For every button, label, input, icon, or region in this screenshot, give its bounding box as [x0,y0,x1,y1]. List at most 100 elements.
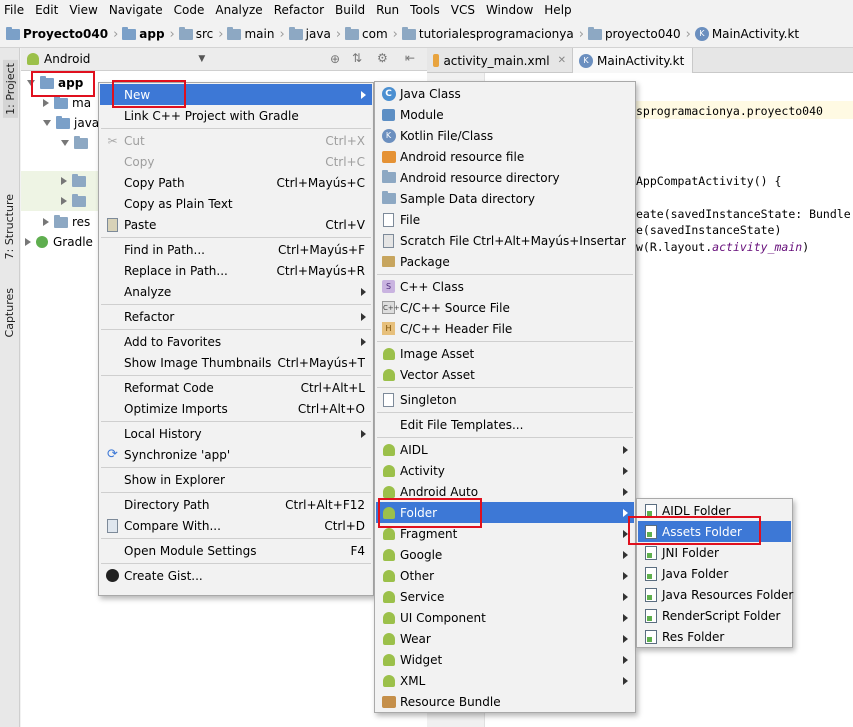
ctx-item-synchronize-app[interactable]: ⟳ Synchronize 'app' [100,444,372,465]
ctx-item-find-in-path[interactable]: Find in Path... Ctrl+Mayús+F [100,239,372,260]
new-item-android-auto[interactable]: Android Auto [376,481,634,502]
new-item-vector-asset[interactable]: Vector Asset [376,364,634,385]
folder-item-jni-folder[interactable]: JNI Folder [638,542,791,563]
breadcrumb-item[interactable]: com › [345,21,402,48]
new-item-xml[interactable]: XML [376,670,634,691]
ctx-item-open-module-settings[interactable]: Open Module Settings F4 [100,540,372,561]
new-item-folder[interactable]: Folder [376,502,634,523]
hide-icon[interactable]: ⇤ [405,51,415,65]
new-item-service[interactable]: Service [376,586,634,607]
new-item-android-resource-directory[interactable]: Android resource directory [376,167,634,188]
ctx-item-show-in-explorer[interactable]: Show in Explorer [100,469,372,490]
breadcrumb-item[interactable]: src › [178,21,228,48]
ctx-item-new[interactable]: New [100,84,372,105]
menu-window[interactable]: Window [481,0,539,21]
menu-file[interactable]: File [0,0,30,21]
ctx-item-local-history[interactable]: Local History [100,423,372,444]
menu-analyze[interactable]: Analyze [210,0,268,21]
new-item-scratch-file[interactable]: Scratch File Ctrl+Alt+Mayús+Insertar [376,230,634,251]
new-item-resource-bundle[interactable]: Resource Bundle [376,691,634,712]
ctx-item-paste[interactable]: Paste Ctrl+V [100,214,372,235]
new-item-wear[interactable]: Wear [376,628,634,649]
new-item-activity[interactable]: Activity [376,460,634,481]
close-icon[interactable]: ✕ [558,55,566,66]
new-item-widget[interactable]: Widget [376,649,634,670]
ctx-item-optimize-imports[interactable]: Optimize Imports Ctrl+Alt+O [100,398,372,419]
project-view-dropdown[interactable]: Android ▼ [27,52,205,66]
folder-item-renderscript-folder[interactable]: RenderScript Folder [638,605,791,626]
ctx-item-reformat-code[interactable]: Reformat Code Ctrl+Alt+L [100,377,372,398]
ctx-item-add-to-favorites[interactable]: Add to Favorites [100,331,372,352]
new-item-c-class[interactable]: S C++ Class [376,276,634,297]
menu-help[interactable]: Help [539,0,577,21]
new-item-sample-data-directory[interactable]: Sample Data directory [376,188,634,209]
tree-node-java[interactable]: java [43,113,99,133]
ctx-item-show-image-thumbnails[interactable]: Show Image Thumbnails Ctrl+Mayús+T [100,352,372,373]
menu-code[interactable]: Code [169,0,211,21]
tree-node-res[interactable]: res [43,212,90,232]
new-item-module[interactable]: Module [376,104,634,125]
breadcrumb-item[interactable]: proyecto040 › [587,21,695,48]
menu-run[interactable]: Run [371,0,405,21]
folder-item-java-folder[interactable]: Java Folder [638,563,791,584]
ctx-item-copy[interactable]: Copy Ctrl+C [100,151,372,172]
menu-navigate[interactable]: Navigate [104,0,169,21]
tab-structure[interactable]: 7: Structure [3,194,16,259]
new-item-android-resource-file[interactable]: Android resource file [376,146,634,167]
tree-node-package-test[interactable] [21,171,99,191]
collapse-icon[interactable]: ⇅ [352,51,362,65]
ctx-item-replace-in-path[interactable]: Replace in Path... Ctrl+Mayús+R [100,260,372,281]
tab-mainactivity-kt[interactable]: K MainActivity.kt [573,48,693,73]
new-item-edit-file-templates[interactable]: Edit File Templates... [376,414,634,435]
menu-edit[interactable]: Edit [30,0,64,21]
ctx-item-cut[interactable]: ✂ Cut Ctrl+X [100,130,372,151]
new-item-package[interactable]: Package [376,251,634,272]
new-item-fragment[interactable]: Fragment [376,523,634,544]
ctx-item-copy-as-plain-text[interactable]: Copy as Plain Text [100,193,372,214]
new-item-kotlin-file-class[interactable]: K Kotlin File/Class [376,125,634,146]
ctx-item-link-c-project-with-gradle[interactable]: Link C++ Project with Gradle [100,105,372,126]
new-item-singleton[interactable]: Singleton [376,389,634,410]
tree-node-gradle[interactable]: Gradle [25,232,93,252]
tab-captures[interactable]: Captures [3,288,16,337]
menu-build[interactable]: Build [330,0,371,21]
folder-item-java-resources-folder[interactable]: Java Resources Folder [638,584,793,605]
new-item-java-class[interactable]: C Java Class [376,83,634,104]
folder-item-aidl-folder[interactable]: AIDL Folder [638,500,791,521]
new-item-other[interactable]: Other [376,565,634,586]
breadcrumb-item[interactable]: Proyecto040 › [6,21,122,48]
gear-icon[interactable]: ⚙ [377,51,388,65]
new-item-image-asset[interactable]: Image Asset [376,343,634,364]
breadcrumb-item[interactable]: tutorialesprogramacionya › [401,21,588,48]
tree-node-app[interactable]: app [27,73,83,93]
new-item-c-c-header-file[interactable]: H C/C++ Header File [376,318,634,339]
breadcrumb-item[interactable]: java › [288,21,345,48]
ctx-item-directory-path[interactable]: Directory Path Ctrl+Alt+F12 [100,494,372,515]
breadcrumb-item[interactable]: K MainActivity.kt [694,21,799,48]
target-icon[interactable]: ⊕ [330,52,340,66]
ctx-item-refactor[interactable]: Refactor [100,306,372,327]
tab-activity-main-xml[interactable]: activity_main.xml ✕ [427,48,573,73]
menu-refactor[interactable]: Refactor [269,0,330,21]
ctx-item-copy-path[interactable]: Copy Path Ctrl+Mayús+C [100,172,372,193]
new-item-ui-component[interactable]: UI Component [376,607,634,628]
menu-separator [101,329,371,330]
new-item-google[interactable]: Google [376,544,634,565]
new-item-file[interactable]: File [376,209,634,230]
folder-item-assets-folder[interactable]: Assets Folder [638,521,791,542]
menu-view[interactable]: View [64,0,103,21]
breadcrumb-item[interactable]: app › [122,21,178,48]
breadcrumb-item[interactable]: main › [227,21,288,48]
ctx-item-compare-with[interactable]: Compare With... Ctrl+D [100,515,372,536]
new-item-aidl[interactable]: AIDL [376,439,634,460]
folder-item-res-folder[interactable]: Res Folder [638,626,791,647]
new-item-c-c-source-file[interactable]: C++ C/C++ Source File [376,297,634,318]
ctx-item-analyze[interactable]: Analyze [100,281,372,302]
tree-node-package-androidtest[interactable] [21,191,99,211]
tree-node-manifests[interactable]: ma [43,93,91,113]
menu-vcs[interactable]: VCS [446,0,481,21]
tree-node-package[interactable] [61,133,88,153]
tab-project[interactable]: 1: Project [3,60,18,118]
ctx-item-create-gist[interactable]: Create Gist... [100,565,372,586]
menu-tools[interactable]: Tools [405,0,446,21]
